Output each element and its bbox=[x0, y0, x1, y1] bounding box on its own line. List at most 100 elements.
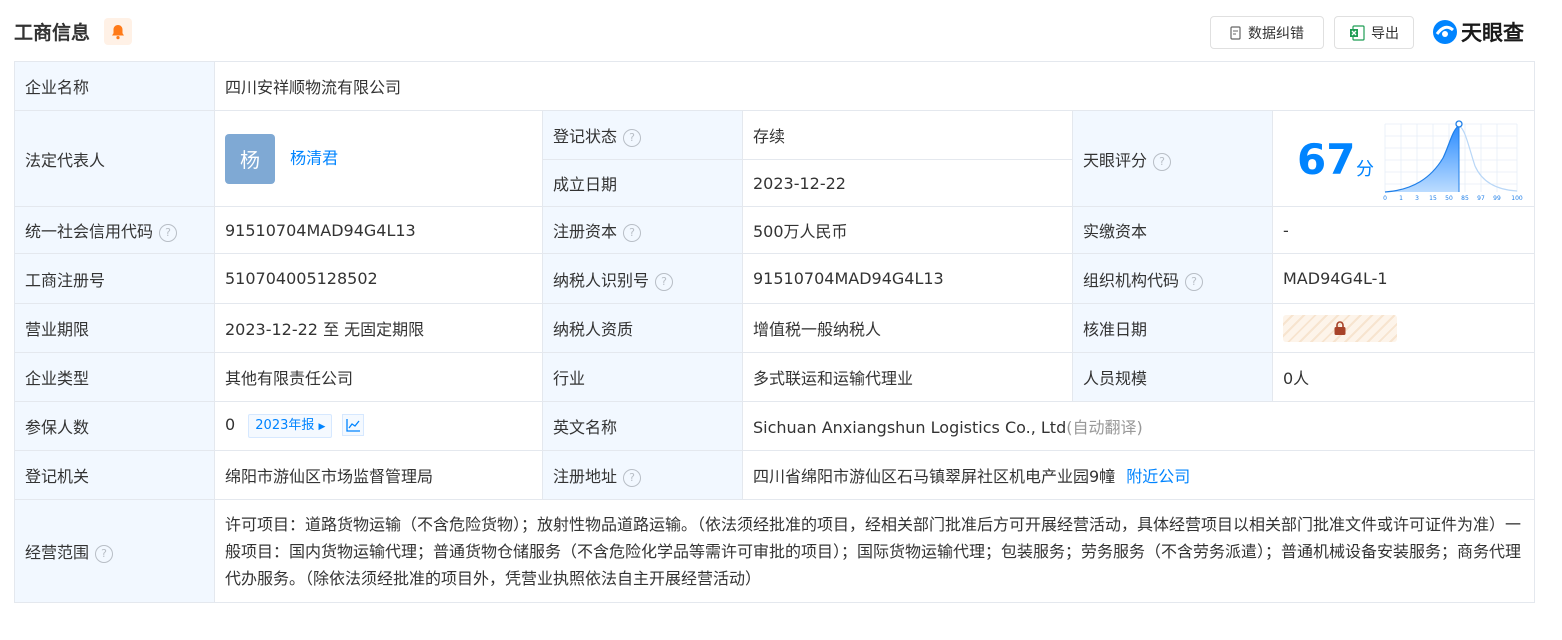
table-row: 工商注册号 510704005128502 纳税人识别号? 91510704MA… bbox=[14, 253, 1536, 304]
help-icon[interactable]: ? bbox=[95, 545, 114, 563]
data-correction-button[interactable]: 数据纠错 bbox=[1210, 16, 1324, 49]
insured-cell: 0 2023年报 ▶ bbox=[214, 401, 543, 451]
insured-label: 参保人数 bbox=[14, 401, 215, 451]
monitor-bell-button[interactable] bbox=[104, 18, 132, 45]
staff-size-value: 0人 bbox=[1271, 352, 1536, 402]
annual-report-label: 2023年报 bbox=[255, 418, 315, 433]
reg-address-label: 注册地址 bbox=[553, 467, 618, 486]
industry-label: 行业 bbox=[542, 352, 743, 402]
axis-tick-label: 15 bbox=[1429, 195, 1437, 202]
company-name-value: 四川安祥顺物流有限公司 bbox=[213, 61, 1536, 111]
avatar[interactable]: 杨 bbox=[225, 133, 275, 184]
caret-right-icon: ▶ bbox=[318, 422, 326, 432]
tianyancha-logo: 天眼查 bbox=[1432, 18, 1524, 46]
score-value: 67 bbox=[1297, 135, 1356, 184]
help-icon[interactable]: ? bbox=[159, 224, 178, 242]
insured-value: 0 bbox=[225, 415, 236, 434]
est-date-label: 成立日期 bbox=[542, 159, 743, 207]
logo-mark-icon bbox=[1433, 20, 1457, 44]
export-button[interactable]: 导出 bbox=[1334, 16, 1414, 49]
reg-number-value: 510704005128502 bbox=[214, 253, 543, 304]
table-row: 登记机关 绵阳市游仙区市场监督管理局 注册地址? 四川省绵阳市游仙区石马镇翠屏社… bbox=[14, 450, 1536, 500]
credit-code-label-cell: 统一社会信用代码? bbox=[14, 206, 215, 254]
reg-address-label-cell: 注册地址? bbox=[542, 450, 743, 500]
reg-authority-label: 登记机关 bbox=[14, 450, 215, 500]
org-code-label-cell: 组织机构代码? bbox=[1072, 253, 1273, 304]
table-row: 参保人数 0 2023年报 ▶ 英文名称 Sichuan Anxiangshun… bbox=[14, 401, 1536, 451]
annual-report-button[interactable]: 2023年报 ▶ bbox=[248, 414, 333, 438]
axis-tick-label: 0 bbox=[1383, 195, 1387, 202]
vip-locked-field[interactable] bbox=[1283, 314, 1397, 342]
taxpayer-id-value: 91510704MAD94G4L13 bbox=[742, 253, 1073, 304]
org-code-value: MAD94G4L-1 bbox=[1271, 253, 1536, 304]
taxpayer-id-label: 纳税人识别号 bbox=[553, 270, 650, 290]
legal-rep-label: 法定代表人 bbox=[14, 110, 215, 207]
section-header: 工商信息 数据纠错 导出 天眼查 bbox=[0, 0, 1562, 62]
reg-status-label-cell: 登记状态? bbox=[542, 110, 743, 160]
legal-rep-name-link[interactable]: 杨清君 bbox=[290, 148, 338, 167]
excel-icon bbox=[1350, 24, 1365, 41]
axis-tick-label: 3 bbox=[1415, 195, 1419, 202]
document-edit-icon bbox=[1230, 25, 1241, 40]
company-type-label: 企业类型 bbox=[14, 352, 215, 402]
business-term-value: 2023-12-22 至 无固定期限 bbox=[214, 303, 543, 353]
table-row: 法定代表人 杨 杨清君 登记状态? 存续 天眼评分? 67 分 0 1 3 15… bbox=[14, 110, 1536, 207]
reg-address-cell: 四川省绵阳市游仙区石马镇翠屏社区机电产业园9幢 附近公司 bbox=[741, 450, 1536, 500]
staff-size-label: 人员规模 bbox=[1072, 352, 1273, 402]
table-row: 经营范围? 许可项目：道路货物运输（不含危险货物）；放射性物品道路运输。（依法须… bbox=[14, 499, 1536, 603]
company-type-value: 其他有限责任公司 bbox=[214, 352, 543, 402]
reg-status-label: 登记状态 bbox=[553, 127, 618, 146]
axis-tick-label: 99 bbox=[1493, 195, 1501, 202]
help-icon[interactable]: ? bbox=[623, 469, 642, 487]
data-correction-label: 数据纠错 bbox=[1248, 25, 1304, 42]
help-icon[interactable]: ? bbox=[623, 129, 642, 147]
score-cell[interactable]: 67 分 0 1 3 15 50 85 97 99 100 bbox=[1271, 110, 1536, 207]
business-info-table: 企业名称 四川安祥顺物流有限公司 法定代表人 杨 杨清君 登记状态? 存续 天眼… bbox=[14, 61, 1536, 603]
est-date-value: 2023-12-22 bbox=[742, 159, 1073, 207]
paid-capital-label: 实缴资本 bbox=[1072, 206, 1273, 254]
industry-value: 多式联运和运输代理业 bbox=[742, 352, 1073, 402]
reg-status-value: 存续 bbox=[742, 110, 1073, 160]
table-row: 企业名称 四川安祥顺物流有限公司 bbox=[14, 61, 1536, 111]
english-name-value: Sichuan Anxiangshun Logistics Co., Ltd bbox=[753, 418, 1067, 437]
score-unit: 分 bbox=[1356, 159, 1374, 180]
reg-number-label: 工商注册号 bbox=[14, 253, 215, 304]
bell-icon bbox=[112, 24, 124, 39]
lock-icon bbox=[1334, 320, 1346, 335]
nearby-companies-link[interactable]: 附近公司 bbox=[1126, 467, 1190, 486]
business-term-label: 营业期限 bbox=[14, 303, 215, 353]
help-icon[interactable]: ? bbox=[623, 224, 642, 242]
approval-date-cell bbox=[1271, 303, 1536, 353]
table-row: 营业期限 2023-12-22 至 无固定期限 纳税人资质 增值税一般纳税人 核… bbox=[14, 303, 1536, 353]
paid-capital-value: - bbox=[1271, 206, 1536, 254]
credit-code-label: 统一社会信用代码 bbox=[25, 222, 154, 241]
logo-text: 天眼查 bbox=[1461, 21, 1524, 45]
approval-date-label: 核准日期 bbox=[1072, 303, 1273, 353]
reg-capital-value: 500万人民币 bbox=[742, 206, 1073, 254]
help-icon[interactable]: ? bbox=[655, 272, 674, 291]
taxpayer-id-label-cell: 纳税人识别号? bbox=[542, 253, 743, 304]
section-title: 工商信息 bbox=[14, 22, 91, 44]
credit-code-value: 91510704MAD94G4L13 bbox=[214, 206, 543, 254]
axis-tick-label: 50 bbox=[1445, 195, 1453, 202]
taxpayer-qual-value: 增值税一般纳税人 bbox=[742, 303, 1073, 353]
score-label: 天眼评分 bbox=[1083, 150, 1148, 170]
reg-capital-label: 注册资本 bbox=[553, 222, 618, 241]
axis-tick-label: 97 bbox=[1477, 195, 1485, 202]
table-row: 企业类型 其他有限责任公司 行业 多式联运和运输代理业 人员规模 0人 bbox=[14, 352, 1536, 402]
export-label: 导出 bbox=[1371, 25, 1399, 42]
taxpayer-qual-label: 纳税人资质 bbox=[542, 303, 743, 353]
score-distribution-chart: 0 1 3 15 50 85 97 99 100 bbox=[1383, 120, 1523, 202]
help-icon[interactable]: ? bbox=[1185, 272, 1204, 291]
auto-translate-note: (自动翻译) bbox=[1066, 418, 1143, 437]
table-row: 统一社会信用代码? 91510704MAD94G4L13 注册资本? 500万人… bbox=[14, 206, 1536, 254]
trend-chart-button[interactable] bbox=[341, 414, 364, 436]
help-icon[interactable]: ? bbox=[1153, 152, 1172, 171]
english-name-cell: Sichuan Anxiangshun Logistics Co., Ltd(自… bbox=[741, 401, 1536, 451]
axis-tick-label: 85 bbox=[1461, 195, 1469, 202]
axis-tick-label: 1 bbox=[1399, 195, 1403, 202]
legal-rep-cell: 杨 杨清君 bbox=[214, 110, 543, 207]
org-code-label: 组织机构代码 bbox=[1083, 270, 1180, 290]
business-scope-label-cell: 经营范围? bbox=[14, 499, 215, 603]
reg-address-value: 四川省绵阳市游仙区石马镇翠屏社区机电产业园9幢 bbox=[753, 467, 1116, 486]
